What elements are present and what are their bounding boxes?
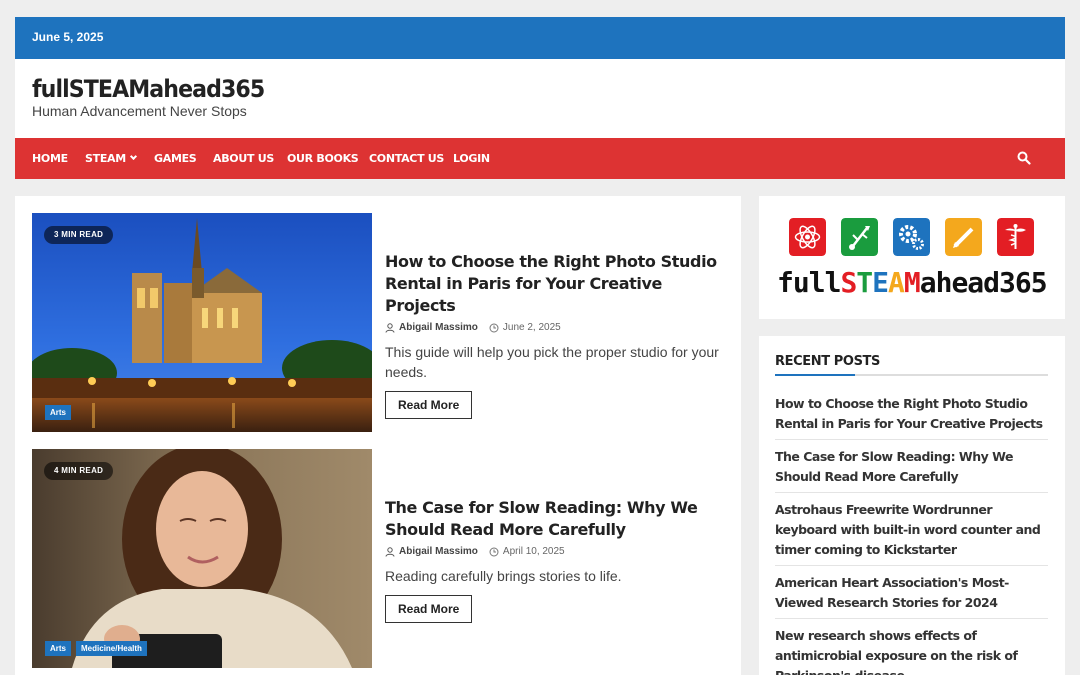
- current-date: June 5, 2025: [32, 30, 104, 44]
- post-meta: Abigail Massimo April 10, 2025: [385, 546, 725, 557]
- pencil-icon: [945, 218, 982, 256]
- logo-letter-e: E: [872, 266, 889, 299]
- recent-posts-title: RECENT POSTS: [775, 354, 880, 369]
- nav-about-us[interactable]: ABOUT US: [213, 152, 274, 165]
- category-tag[interactable]: Medicine/Health: [76, 641, 147, 656]
- main-content: 3 MIN READ Arts How to Choose the Right …: [15, 196, 741, 675]
- logo-letter-t: T: [856, 266, 873, 299]
- top-bar: June 5, 2025: [15, 17, 1065, 59]
- chevron-down-icon: [129, 152, 137, 161]
- post-excerpt: This guide will help you pick the proper…: [385, 344, 719, 380]
- post-card: 3 MIN READ Arts How to Choose the Right …: [32, 213, 724, 432]
- atom-icon: [789, 218, 826, 256]
- site-header: fullSTEAMahead365 Human Advancement Neve…: [15, 59, 1065, 138]
- search-icon[interactable]: [1017, 151, 1031, 165]
- user-icon: [385, 322, 395, 333]
- woman-reading-image: [32, 449, 372, 668]
- post-title[interactable]: How to Choose the Right Photo Studio Ren…: [385, 251, 725, 317]
- post-thumbnail[interactable]: 3 MIN READ Arts: [32, 213, 372, 432]
- category-list: Arts: [45, 405, 72, 420]
- post-body: How to Choose the Right Photo Studio Ren…: [385, 251, 725, 419]
- nav-login[interactable]: LOGIN: [453, 152, 490, 165]
- divider: [775, 618, 1048, 619]
- clock-icon: [489, 323, 499, 332]
- logo-icons: [789, 218, 1039, 256]
- post-thumbnail[interactable]: 4 MIN READ Arts Medicine/Health: [32, 449, 372, 668]
- category-tag[interactable]: Arts: [45, 405, 72, 420]
- post-body: The Case for Slow Reading: Why We Should…: [385, 497, 725, 623]
- logo-letter-a: A: [888, 266, 905, 299]
- post-author[interactable]: Abigail Massimo: [399, 322, 478, 333]
- nav-home[interactable]: HOME: [32, 152, 68, 165]
- read-time-badge: 3 MIN READ: [44, 226, 114, 244]
- clock-icon: [489, 547, 499, 556]
- sidebar-logo-text: fullSTEAMahead365: [777, 266, 1048, 299]
- recent-post-link[interactable]: The Case for Slow Reading: Why We Should…: [775, 447, 1048, 487]
- nav-our-books[interactable]: OUR BOOKS: [287, 152, 359, 165]
- recent-post-link[interactable]: American Heart Association's Most-Viewed…: [775, 573, 1048, 613]
- post-date: June 2, 2025: [502, 322, 561, 333]
- category-tag[interactable]: Arts: [45, 641, 72, 656]
- logo-letter-m: M: [903, 266, 921, 299]
- post-card: 4 MIN READ Arts Medicine/Health The Case…: [32, 449, 724, 668]
- recent-post-link[interactable]: New research shows effects of antimicrob…: [775, 626, 1048, 675]
- post-meta: Abigail Massimo June 2, 2025: [385, 322, 725, 333]
- gears-icon: [893, 218, 930, 256]
- read-more-button[interactable]: Read More: [385, 391, 473, 419]
- category-list: Arts Medicine/Health: [45, 641, 147, 656]
- nav-steam-label: STEAM: [85, 152, 126, 165]
- nav-steam[interactable]: STEAM: [85, 152, 137, 165]
- divider-accent: [775, 374, 855, 376]
- post-excerpt: Reading carefully brings stories to life…: [385, 568, 622, 584]
- caduceus-icon: [997, 218, 1034, 256]
- main-nav: HOME STEAM GAMES ABOUT US OUR BOOKS CONT…: [15, 138, 1065, 179]
- read-more-button[interactable]: Read More: [385, 595, 473, 623]
- divider: [775, 439, 1048, 440]
- post-title[interactable]: The Case for Slow Reading: Why We Should…: [385, 497, 725, 541]
- divider: [775, 492, 1048, 493]
- usb-icon: [841, 218, 878, 256]
- nav-contact-us[interactable]: CONTACT US: [369, 152, 444, 165]
- site-title[interactable]: fullSTEAMahead365: [32, 75, 265, 103]
- sidebar-logo-widget: fullSTEAMahead365: [759, 196, 1065, 319]
- site-description: Human Advancement Never Stops: [32, 103, 247, 119]
- logo-text-part: ahead365: [919, 266, 1048, 299]
- logo-letter-s: S: [840, 266, 857, 299]
- user-icon: [385, 546, 395, 557]
- recent-post-link[interactable]: How to Choose the Right Photo Studio Ren…: [775, 394, 1048, 434]
- post-author[interactable]: Abigail Massimo: [399, 546, 478, 557]
- recent-post-link[interactable]: Astrohaus Freewrite Wordrunner keyboard …: [775, 500, 1048, 560]
- post-date: April 10, 2025: [502, 546, 565, 557]
- notre-dame-image: [32, 213, 372, 432]
- read-time-badge: 4 MIN READ: [44, 462, 114, 480]
- recent-posts-widget: RECENT POSTS How to Choose the Right Pho…: [759, 336, 1065, 675]
- logo-text-part: full: [777, 266, 841, 299]
- nav-games[interactable]: GAMES: [154, 152, 197, 165]
- divider: [775, 565, 1048, 566]
